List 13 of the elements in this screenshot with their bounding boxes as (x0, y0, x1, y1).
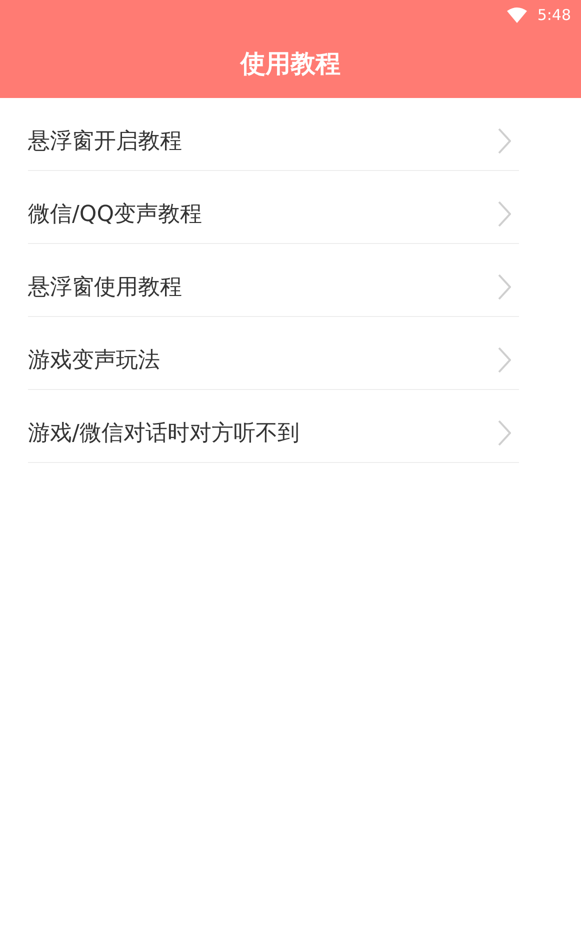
tutorial-list-item[interactable]: 悬浮窗使用教程 (28, 244, 519, 317)
tutorial-list-item[interactable]: 微信/QQ变声教程 (28, 171, 519, 244)
chevron-right-icon (497, 274, 511, 300)
chevron-right-icon (497, 128, 511, 154)
wifi-icon (507, 7, 528, 23)
page-title: 使用教程 (240, 48, 340, 80)
tutorial-list-item[interactable]: 游戏变声玩法 (28, 317, 519, 390)
chevron-right-icon (497, 347, 511, 373)
tutorial-list-item[interactable]: 悬浮窗开启教程 (28, 98, 519, 171)
chevron-right-icon (497, 201, 511, 227)
chevron-right-icon (497, 420, 511, 446)
tutorial-list-item[interactable]: 游戏/微信对话时对方听不到 (28, 390, 519, 463)
status-time: 5:48 (537, 6, 571, 24)
